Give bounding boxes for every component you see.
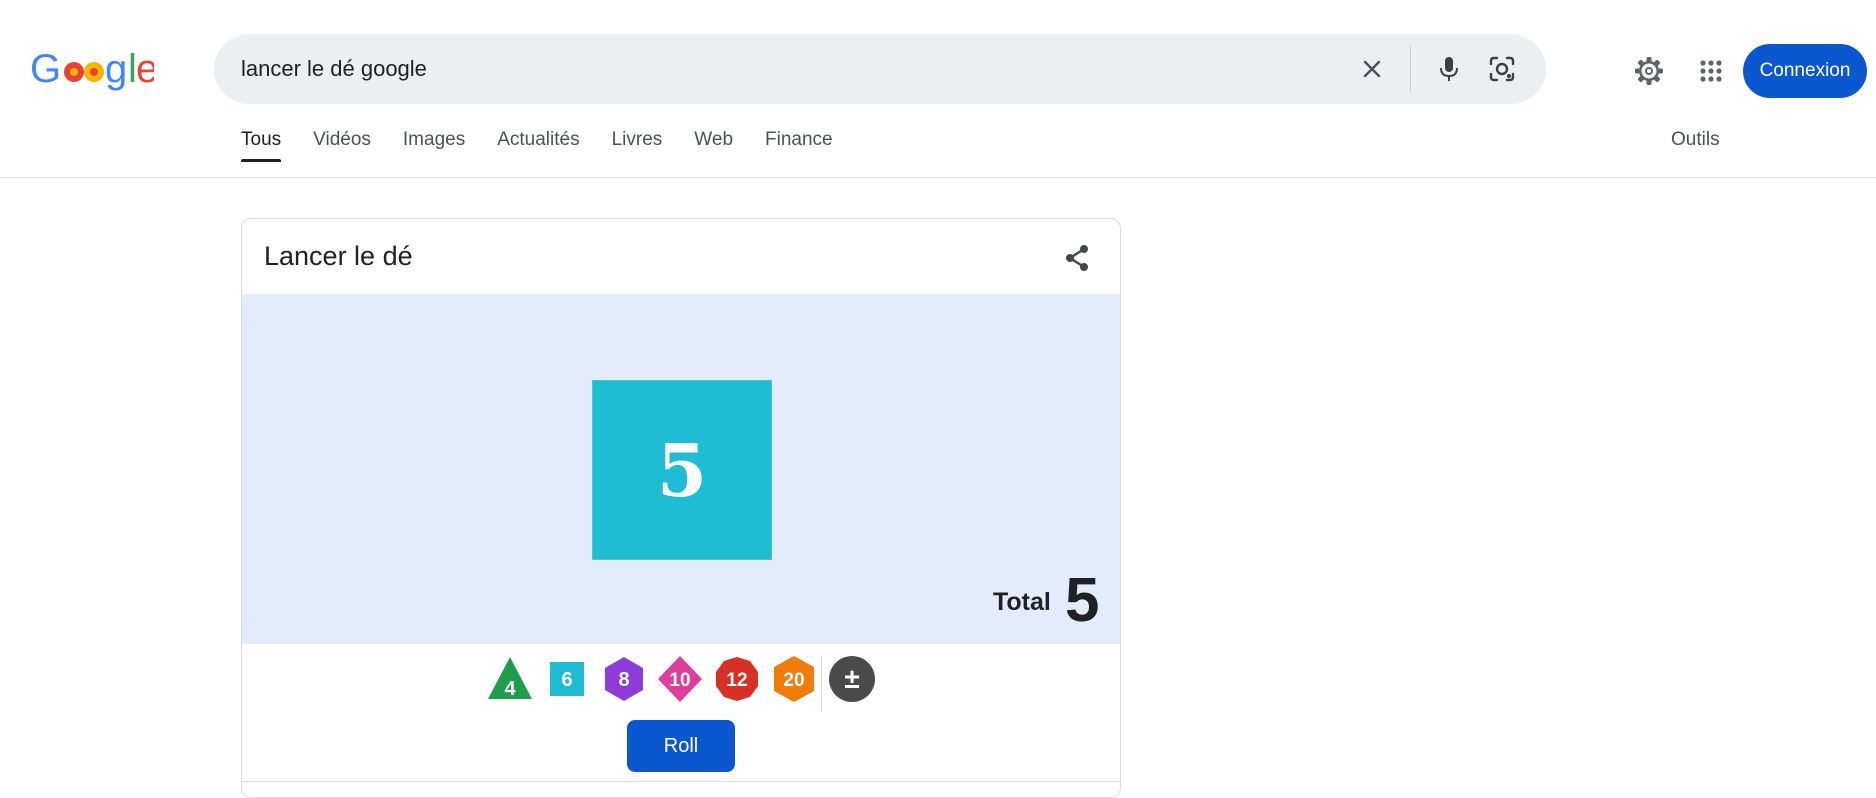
share-button[interactable] [1052, 233, 1102, 283]
svg-text:6: 6 [561, 669, 572, 691]
tab-web[interactable]: Web [694, 128, 733, 162]
tab-images[interactable]: Images [403, 128, 465, 162]
dice-separator [821, 656, 822, 712]
total-label: Total [993, 588, 1051, 616]
d4-icon: 4 [488, 657, 532, 700]
svg-text:10: 10 [669, 670, 690, 691]
signin-button[interactable]: Connexion [1743, 44, 1867, 98]
search-tabs: Tous Vidéos Images Actualités Livres Web… [241, 128, 865, 162]
add-d10-button[interactable]: 10 [655, 654, 705, 704]
roll-result-area: 5 Total 5 [242, 294, 1120, 644]
tab-videos[interactable]: Vidéos [313, 128, 371, 162]
svg-text:12: 12 [726, 670, 747, 691]
tab-news[interactable]: Actualités [497, 128, 579, 162]
google-logo[interactable]: G g l e [30, 46, 154, 92]
camera-lens-icon [1489, 56, 1515, 82]
card-title: Lancer le dé [264, 241, 413, 271]
d10-icon: 10 [658, 656, 702, 702]
svg-text:20: 20 [783, 670, 804, 691]
plus-minus-icon: ± [829, 656, 875, 702]
svg-text:4: 4 [504, 678, 516, 700]
roll-button[interactable]: Roll [627, 720, 735, 772]
header: G g l e lancer le dé google Connexion To… [0, 0, 1876, 178]
gear-icon [1635, 57, 1663, 85]
tab-finance[interactable]: Finance [765, 128, 833, 162]
d12-icon: 12 [716, 657, 758, 701]
svg-text:8: 8 [618, 669, 629, 691]
add-d6-button[interactable]: 6 [542, 654, 592, 704]
add-d4-button[interactable]: 4 [485, 654, 535, 704]
add-d12-button[interactable]: 12 [712, 654, 762, 704]
lens-search-button[interactable] [1482, 49, 1522, 89]
d20-icon: 20 [774, 656, 814, 702]
d8-icon: 8 [605, 657, 643, 701]
svg-text:±: ± [844, 663, 859, 694]
svg-text:g: g [105, 47, 127, 91]
microphone-icon [1440, 57, 1458, 81]
rolled-die: 5 [592, 380, 772, 560]
search-bar[interactable]: lancer le dé google [214, 34, 1546, 104]
add-modifier-button[interactable]: ± [827, 654, 877, 704]
search-divider [1410, 46, 1411, 92]
search-input[interactable]: lancer le dé google [241, 34, 427, 104]
share-icon [1066, 245, 1088, 271]
voice-search-button[interactable] [1429, 49, 1469, 89]
close-icon [1363, 60, 1381, 78]
add-d8-button[interactable]: 8 [599, 654, 649, 704]
d6-icon: 6 [550, 662, 584, 696]
tab-books[interactable]: Livres [612, 128, 663, 162]
dice-type-selector: 4 6 8 10 12 20 ± [242, 654, 1120, 714]
add-d20-button[interactable]: 20 [769, 654, 819, 704]
clear-search-button[interactable] [1352, 49, 1392, 89]
total-value: 5 [1065, 566, 1100, 635]
google-apps-button[interactable] [1689, 49, 1733, 93]
dice-roller-card: Lancer le dé 5 Total 5 4 6 8 10 12 20 ± … [241, 218, 1121, 798]
tools-button[interactable]: Outils [1671, 128, 1720, 152]
svg-text:e: e [136, 47, 154, 91]
settings-button[interactable] [1627, 49, 1671, 93]
apps-grid-icon [1700, 60, 1722, 82]
tab-all[interactable]: Tous [241, 128, 282, 162]
card-divider [242, 781, 1120, 782]
svg-text:G: G [30, 47, 61, 91]
